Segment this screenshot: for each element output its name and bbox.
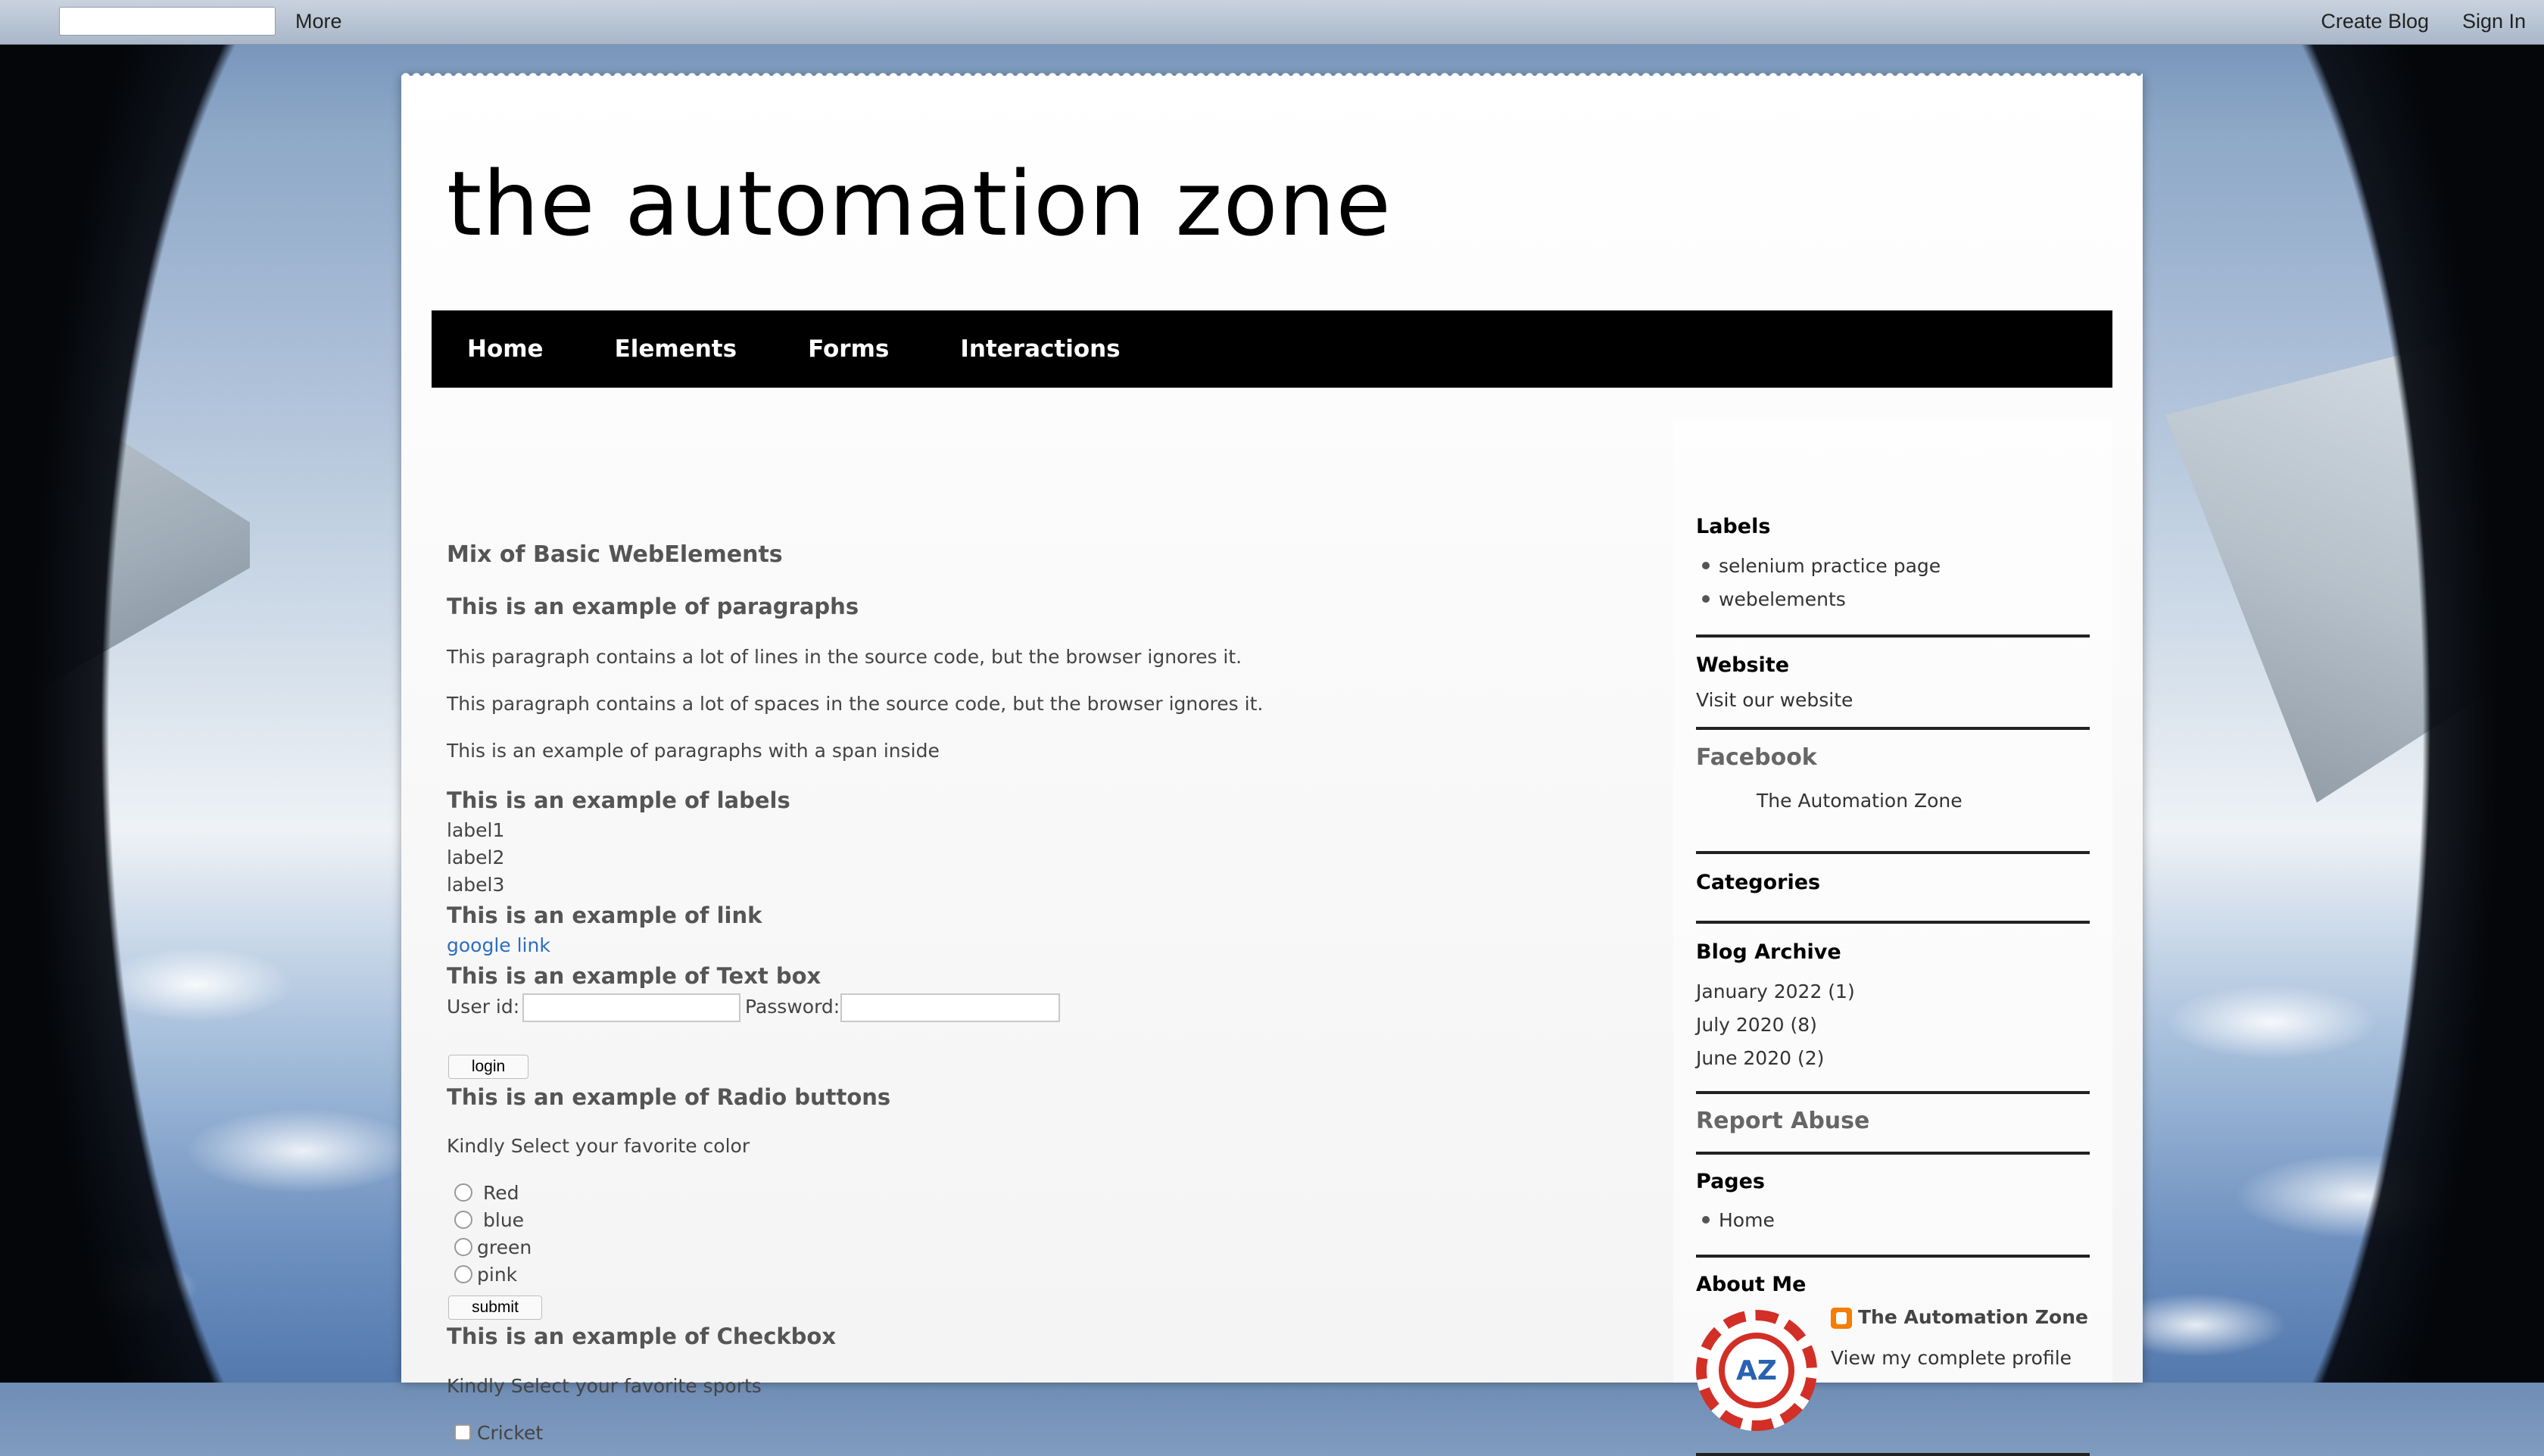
paragraph-2: This paragraph contains a lot of spaces … (447, 693, 1264, 715)
website-widget-title: Website (1696, 653, 1790, 677)
label-link-webelements-text[interactable]: webelements (1719, 588, 1846, 610)
password-input[interactable] (840, 993, 1060, 1022)
facebook-widget-title: Facebook (1696, 744, 1817, 771)
archive-item-july-2020[interactable]: July 2020 (8) (1696, 1014, 2090, 1036)
label-3: label3 (447, 874, 505, 896)
blog-title[interactable]: the automation zone (447, 151, 1392, 256)
archive-item-june-2020[interactable]: June 2020 (2) (1696, 1047, 2090, 1069)
paragraph-3: This is an example of paragraphs with a … (447, 740, 940, 762)
radio-green[interactable] (454, 1238, 472, 1256)
widget-divider (1696, 921, 2090, 924)
blogger-navbar: More Create Blog Sign In (0, 0, 2544, 45)
radio-pink-label: pink (477, 1264, 518, 1286)
radio-blue-label: blue (483, 1209, 525, 1231)
labels-widget-title: Labels (1696, 515, 1771, 538)
user-id-label: User id: (447, 996, 520, 1018)
sign-in-link[interactable]: Sign In (2462, 10, 2526, 33)
checkbox-prompt: Kindly Select your favorite sports (447, 1375, 762, 1397)
about-me-title: About Me (1696, 1273, 1807, 1296)
radio-red[interactable] (454, 1183, 472, 1202)
bullet-icon (1702, 1216, 1710, 1224)
bullet-icon (1702, 595, 1710, 603)
website-link[interactable]: Visit our website (1696, 689, 2090, 711)
label-2: label2 (447, 846, 505, 868)
sidebar: Labels selenium practice page webelement… (1673, 420, 2112, 1456)
radio-pink[interactable] (454, 1265, 472, 1283)
widget-divider (1696, 1152, 2090, 1155)
tab-home[interactable]: Home (432, 335, 579, 363)
paragraphs-heading: This is an example of paragraphs (447, 594, 859, 619)
pages-widget-title: Pages (1696, 1170, 1765, 1193)
bullet-icon (1702, 562, 1710, 569)
tab-elements[interactable]: Elements (579, 335, 773, 363)
radio-blue[interactable] (454, 1211, 472, 1229)
widget-divider (1696, 1091, 2090, 1094)
radio-red-label: Red (483, 1182, 519, 1204)
label-link-selenium-text[interactable]: selenium practice page (1719, 555, 1941, 577)
radio-prompt: Kindly Select your favorite color (447, 1135, 750, 1157)
tab-interactions[interactable]: Interactions (924, 335, 1155, 363)
page-tabs: Home Elements Forms Interactions (432, 310, 2112, 388)
link-heading: This is an example of link (447, 903, 762, 928)
widget-divider (1696, 1255, 2090, 1258)
label-link-selenium[interactable]: selenium practice page (1696, 555, 2090, 577)
categories-widget-title: Categories (1696, 871, 1821, 894)
radio-heading: This is an example of Radio buttons (447, 1084, 891, 1110)
create-blog-link[interactable]: Create Blog (2321, 10, 2429, 33)
radio-green-label: green (477, 1236, 532, 1258)
checkbox-heading: This is an example of Checkbox (447, 1323, 837, 1349)
background-window-frame-right (2150, 44, 2544, 1383)
view-profile-link[interactable]: View my complete profile (1831, 1347, 2103, 1369)
facebook-page-link[interactable]: The Automation Zone (1757, 790, 2150, 812)
background-window-frame-left (0, 44, 409, 1383)
checkbox-cricket-label: Cricket (477, 1422, 544, 1444)
user-id-input[interactable] (522, 993, 740, 1022)
widget-divider (1696, 1453, 2090, 1456)
pages-item-home-text[interactable]: Home (1719, 1209, 1775, 1231)
checkbox-cricket[interactable] (454, 1424, 471, 1441)
tab-forms[interactable]: Forms (772, 335, 924, 363)
author-name-text[interactable]: The Automation Zone (1858, 1306, 2088, 1328)
author-avatar[interactable]: AZ (1696, 1310, 1817, 1431)
password-label: Password: (745, 996, 840, 1018)
author-avatar-logo: AZ (1719, 1333, 1794, 1408)
pages-item-home[interactable]: Home (1696, 1209, 2090, 1231)
blogger-icon (1831, 1308, 1852, 1329)
post-title: Mix of Basic WebElements (447, 541, 783, 568)
blog-archive-title: Blog Archive (1696, 940, 1841, 964)
report-abuse-link[interactable]: Report Abuse (1696, 1108, 2090, 1134)
google-link[interactable]: google link (447, 934, 550, 956)
blog-container: the automation zone Home Elements Forms … (401, 70, 2143, 1456)
author-name-link[interactable]: The Automation Zone (1831, 1306, 2103, 1329)
submit-button[interactable]: submit (448, 1295, 542, 1320)
label-1: label1 (447, 819, 505, 841)
widget-divider (1696, 727, 2090, 730)
archive-item-january-2022[interactable]: January 2022 (1) (1696, 981, 2090, 1002)
widget-divider (1696, 851, 2090, 854)
navbar-more-link[interactable]: More (295, 10, 342, 33)
paragraph-1: This paragraph contains a lot of lines i… (447, 646, 1242, 668)
navbar-search-input[interactable] (59, 7, 276, 36)
labels-heading: This is an example of labels (447, 787, 790, 813)
textbox-heading: This is an example of Text box (447, 963, 822, 989)
widget-divider (1696, 634, 2090, 638)
login-button[interactable]: login (448, 1055, 528, 1079)
label-link-webelements[interactable]: webelements (1696, 588, 2090, 610)
